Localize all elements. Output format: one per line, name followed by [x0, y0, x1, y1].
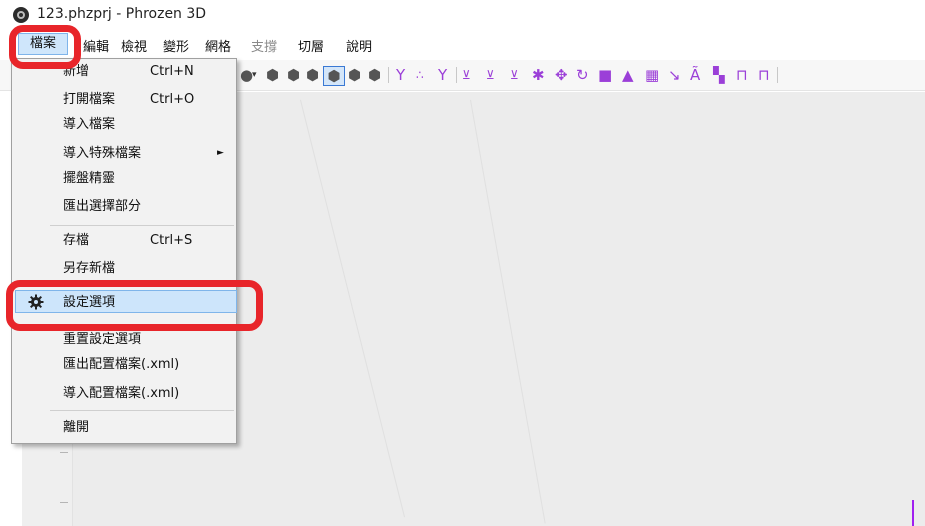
ruler-tick [60, 452, 68, 453]
dots-icon[interactable]: ∴ [416, 66, 424, 84]
menu-item-label: 導入檔案 [63, 117, 116, 132]
layer-icon[interactable]: ⊻ [462, 66, 471, 84]
menu-item-import-config[interactable]: 導入配置檔案(.xml) [12, 382, 236, 405]
toolbar-separator [456, 67, 457, 83]
chevron-down-icon[interactable]: ▾ [252, 66, 257, 84]
support-y-icon[interactable]: Y [438, 66, 447, 84]
move-icon[interactable]: ✥ [555, 66, 568, 84]
menu-edit[interactable]: 編輯 [83, 36, 109, 55]
menu-separator [50, 410, 234, 411]
menu-item-label: 存檔 [63, 233, 90, 248]
window-title: 123.phzprj - Phrozen 3D [37, 6, 207, 22]
cube-right-icon[interactable]: ⬢ [348, 66, 361, 84]
menu-item-open[interactable]: 打開檔案 Ctrl+O [12, 88, 236, 111]
menu-item-label: 匯出配置檔案(.xml) [63, 357, 180, 372]
menu-item-label: 擺盤精靈 [63, 171, 116, 186]
menu-item-label: 匯出選擇部分 [63, 199, 142, 214]
cube-selected-icon[interactable]: ⬢ [323, 66, 345, 86]
arrow-icon[interactable]: ↘ [668, 66, 681, 84]
mirror-icon[interactable]: ▲ [622, 66, 634, 84]
menu-item-label: 重置設定選項 [63, 332, 142, 347]
menu-item-label: 導入配置檔案(.xml) [63, 386, 180, 401]
app-logo-icon [13, 7, 29, 23]
menu-view[interactable]: 檢視 [121, 36, 147, 55]
square-icon[interactable]: ■ [598, 66, 612, 84]
toolbar-separator [388, 67, 389, 83]
callout-file-menu [9, 25, 81, 69]
frame-icon[interactable]: ⊓ [736, 66, 748, 84]
menu-item-layout-wizard[interactable]: 擺盤精靈 [12, 167, 236, 190]
menu-item-export-config[interactable]: 匯出配置檔案(.xml) [12, 353, 236, 376]
menu-item-label: 另存新檔 [63, 261, 116, 276]
menu-item-save-as[interactable]: 另存新檔 [12, 257, 236, 280]
cube-front-icon[interactable]: ⬢ [266, 66, 279, 84]
rotate-icon[interactable]: ↻ [576, 66, 589, 84]
menu-item-label: 導入特殊檔案 [63, 146, 142, 161]
menu-item-save[interactable]: 存檔 Ctrl+S [12, 229, 236, 252]
layer-icon[interactable]: ⊻ [486, 66, 495, 84]
cube-back-icon[interactable]: ⬢ [287, 66, 300, 84]
layer-icon[interactable]: ⊻ [510, 66, 519, 84]
callout-settings-item [6, 280, 263, 331]
menu-item-shortcut: Ctrl+N [150, 64, 194, 79]
hollow-icon[interactable]: ▚ [713, 66, 725, 84]
menu-mesh[interactable]: 網格 [205, 36, 231, 55]
menu-bar: 檔案 編輯 檢視 變形 網格 支撐 切層 說明 [0, 30, 925, 60]
cube-top-icon[interactable]: ⬢ [368, 66, 381, 84]
support-y-icon[interactable]: Y [396, 66, 405, 84]
toolbar-separator [777, 67, 778, 83]
auto-support-icon[interactable]: Ã [690, 66, 700, 84]
menu-support[interactable]: 支撐 [251, 36, 277, 55]
z-axis-marker [912, 500, 914, 526]
menu-item-exit[interactable]: 離開 [12, 416, 236, 439]
menu-item-label: 打開檔案 [63, 92, 116, 107]
scale-star-icon[interactable]: ✱ [532, 66, 545, 84]
menu-transform[interactable]: 變形 [163, 36, 189, 55]
ruler-tick [60, 502, 68, 503]
title-bar: 123.phzprj - Phrozen 3D [0, 0, 925, 30]
menu-item-shortcut: Ctrl+S [150, 233, 193, 248]
menu-separator [50, 225, 234, 226]
file-menu-dropdown: 新增 Ctrl+N 打開檔案 Ctrl+O 導入檔案 導入特殊檔案 ► 擺盤精靈… [11, 58, 237, 444]
menu-help[interactable]: 說明 [346, 36, 372, 55]
submenu-arrow-icon: ► [217, 148, 224, 158]
menu-item-reset-settings[interactable]: 重置設定選項 [12, 328, 236, 351]
menu-item-import[interactable]: 導入檔案 [12, 113, 236, 136]
menu-item-shortcut: Ctrl+O [150, 92, 195, 107]
cube-left-icon[interactable]: ⬢ [306, 66, 319, 84]
menu-item-export-selection[interactable]: 匯出選擇部分 [12, 195, 236, 218]
menu-slice[interactable]: 切層 [298, 36, 324, 55]
menu-item-import-special[interactable]: 導入特殊檔案 ► [12, 142, 236, 165]
menu-item-label: 離開 [63, 420, 90, 435]
grid-icon[interactable]: ▦ [645, 66, 659, 84]
frame-icon[interactable]: ⊓ [758, 66, 770, 84]
